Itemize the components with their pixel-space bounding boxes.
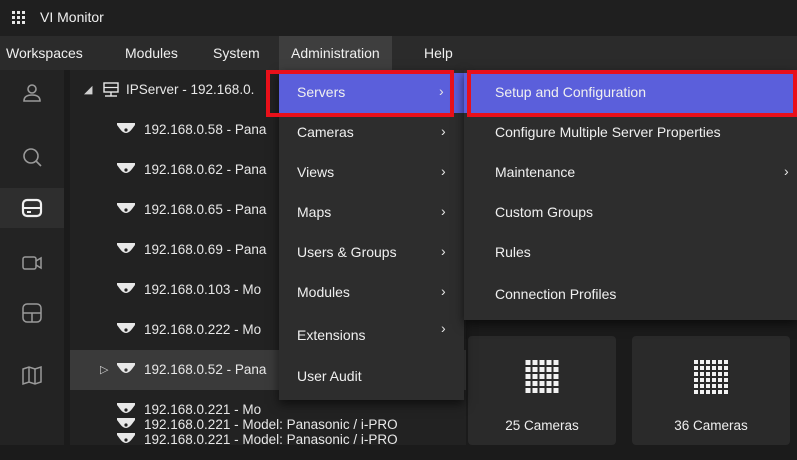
camera-label: 192.168.0.65 - Pana [144, 202, 267, 217]
menu-configure-multiple-label: Configure Multiple Server Properties [495, 124, 721, 140]
dome-camera-icon [117, 418, 135, 428]
camera-icon[interactable] [21, 252, 43, 274]
chevron-right-icon: › [439, 83, 444, 99]
grid-36-icon [694, 360, 728, 394]
menu-views[interactable]: Views › [279, 153, 464, 193]
menu-custom-groups-label: Custom Groups [495, 204, 594, 220]
menu-connection-profiles[interactable]: Connection Profiles [464, 275, 797, 315]
tree-camera-row[interactable]: 192.168.0.221 - Model: Panasonic / i-PRO [70, 405, 470, 445]
menu-modules[interactable]: Modules › [279, 273, 464, 313]
layout-tile-25[interactable]: 25 Cameras [468, 336, 616, 445]
left-nav-bar [0, 70, 64, 445]
dome-camera-icon [117, 243, 135, 253]
dome-camera-icon [117, 283, 135, 293]
camera-label: 192.168.0.103 - Mo [144, 282, 262, 297]
tile-label: 36 Cameras [674, 418, 748, 433]
menu-configure-multiple-server-properties[interactable]: Configure Multiple Server Properties [464, 113, 797, 153]
chevron-right-icon: › [441, 123, 446, 139]
menu-modules-label: Modules [297, 284, 350, 300]
camera-label: 192.168.0.69 - Pana [144, 242, 267, 257]
menu-servers-label: Servers [297, 84, 346, 100]
menu-system[interactable]: System [213, 36, 260, 70]
menu-cameras[interactable]: Cameras › [279, 113, 464, 153]
administration-menu: Servers › Cameras › Views › Maps › Users… [279, 70, 464, 400]
menu-bar: Workspaces Modules System Administration… [0, 36, 797, 70]
menu-views-label: Views [297, 164, 335, 180]
menu-cameras-label: Cameras [297, 124, 354, 140]
camera-label: 192.168.0.62 - Pana [144, 162, 267, 177]
menu-maps[interactable]: Maps › [279, 193, 464, 233]
user-icon[interactable] [21, 82, 43, 104]
menu-user-audit[interactable]: User Audit [279, 357, 464, 397]
menu-users-groups-label: Users & Groups [297, 244, 397, 260]
menu-modules[interactable]: Modules [125, 36, 178, 70]
menu-setup-configuration-label: Setup and Configuration [495, 84, 646, 100]
menu-users-groups[interactable]: Users & Groups › [279, 233, 464, 273]
menu-servers[interactable]: Servers › [279, 73, 464, 113]
camera-label: 192.168.0.222 - Mo [144, 322, 262, 337]
menu-workspaces[interactable]: Workspaces [6, 36, 83, 70]
chevron-right-icon: › [441, 203, 446, 219]
chevron-right-icon: › [441, 243, 446, 259]
dome-camera-icon [117, 323, 135, 333]
menu-setup-configuration[interactable]: Setup and Configuration [464, 73, 797, 113]
menu-rules[interactable]: Rules [464, 233, 797, 273]
chevron-right-icon: › [441, 283, 446, 299]
chevron-right-icon: › [441, 320, 446, 336]
menu-rules-label: Rules [495, 244, 531, 260]
dome-camera-icon [117, 123, 135, 133]
dome-camera-icon [117, 163, 135, 173]
menu-maps-label: Maps [297, 204, 332, 220]
app-title: VI Monitor [40, 9, 104, 25]
dome-camera-icon [117, 203, 135, 213]
tile-label: 25 Cameras [505, 418, 579, 433]
title-bar: VI Monitor [0, 0, 797, 36]
layout-tile-36[interactable]: 36 Cameras [632, 336, 790, 445]
chevron-right-icon: › [441, 163, 446, 179]
layout-icon[interactable] [21, 302, 43, 324]
map-icon[interactable] [21, 364, 43, 386]
search-icon[interactable] [21, 146, 43, 168]
server-label: IPServer - 192.168.0. [126, 82, 255, 97]
camera-label: 192.168.0.221 - Model: Panasonic / i-PRO [144, 417, 398, 432]
app-grid-icon [12, 11, 26, 25]
camera-label: 192.168.0.52 - Pana [144, 362, 267, 377]
dome-camera-icon [117, 363, 135, 373]
servers-submenu: Setup and Configuration Configure Multip… [464, 70, 797, 320]
chevron-right-icon: › [784, 163, 789, 179]
menu-user-audit-label: User Audit [297, 368, 362, 384]
menu-custom-groups[interactable]: Custom Groups [464, 193, 797, 233]
menu-extensions-label: Extensions [297, 327, 366, 343]
menu-extensions[interactable]: Extensions › [279, 316, 464, 356]
menu-administration[interactable]: Administration [279, 36, 392, 70]
server-tree-icon [103, 82, 119, 97]
camera-label: 192.168.0.58 - Pana [144, 122, 267, 137]
collapse-arrow-icon[interactable]: ▷ [100, 363, 108, 376]
menu-help[interactable]: Help [424, 36, 453, 70]
menu-connection-profiles-label: Connection Profiles [495, 286, 617, 302]
grid-25-icon [525, 360, 559, 393]
expand-arrow-icon[interactable]: ◢ [84, 83, 92, 96]
server-icon[interactable] [21, 197, 43, 219]
menu-maintenance-label: Maintenance [495, 164, 576, 180]
menu-maintenance[interactable]: Maintenance › [464, 153, 797, 193]
